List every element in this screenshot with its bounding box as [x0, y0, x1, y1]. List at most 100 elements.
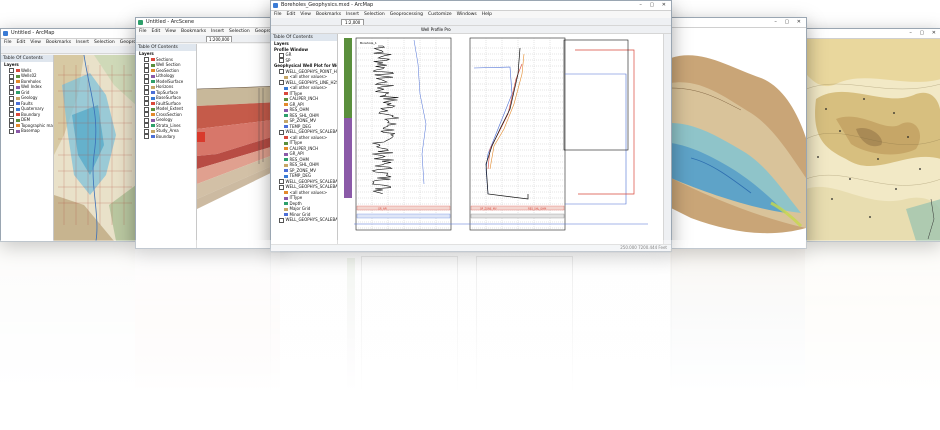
toc-item-label: WELL_GEOPHYS_SCALEBAR	[285, 178, 338, 184]
layer-checkbox[interactable]	[144, 84, 149, 90]
map-canvas	[54, 55, 136, 241]
lithology-column-bottom	[344, 118, 352, 198]
layer-checkbox[interactable]	[279, 129, 284, 135]
menu-help[interactable]: Help	[482, 12, 492, 17]
menu-bookmarks[interactable]: Bookmarks	[181, 29, 206, 34]
legend-symbol-icon	[284, 119, 288, 123]
menu-edit[interactable]: Edit	[287, 12, 296, 17]
menu-customize[interactable]: Customize	[428, 12, 452, 17]
legend-symbol-icon	[284, 141, 288, 145]
menu-view[interactable]: View	[30, 40, 41, 45]
legend-symbol-icon	[284, 108, 288, 112]
toc-item-label: CALIPER_INCH	[289, 145, 319, 151]
layer-symbol-icon	[150, 107, 155, 111]
layer-symbol-icon	[150, 91, 155, 94]
layer-name: Wells	[21, 67, 32, 73]
layer-name: Boundary	[156, 133, 176, 139]
menu-insert[interactable]: Insert	[211, 29, 224, 34]
layer-name: Boundary	[21, 111, 41, 117]
window-title-bar: – ▢ ✕	[806, 29, 940, 39]
legend-symbol-icon	[284, 114, 288, 117]
menu-bookmarks[interactable]: Bookmarks	[316, 12, 341, 17]
layout-view[interactable]: Borehole_1 GR_API SP_ZONE_MV RES_SHL_OHM	[338, 34, 663, 244]
resistivity-deep-curve	[473, 66, 513, 195]
layer-checkbox[interactable]	[9, 84, 14, 90]
layer-checkbox[interactable]	[279, 217, 284, 223]
3d-section-canvas	[197, 44, 281, 248]
layer-name: Horizons	[156, 84, 174, 89]
menu-geoprocessing[interactable]: Geoprocessing	[390, 12, 423, 17]
legend-symbol-icon	[284, 191, 288, 194]
layer-checkbox[interactable]	[9, 117, 14, 123]
toc-item[interactable]: WELL_GEOPHYS_SCALEBAR	[271, 217, 337, 223]
toc-item-label: <all other values>	[289, 134, 328, 140]
layer-checkbox[interactable]	[144, 95, 149, 101]
toc-item-label: <all other values>	[289, 74, 328, 79]
legend-symbol-icon	[284, 213, 288, 216]
scene-view[interactable]	[197, 44, 281, 248]
toc-item-label: RES_SHL_OHM	[289, 162, 319, 167]
layer-checkbox[interactable]	[144, 128, 149, 134]
terrain-canvas	[671, 28, 806, 248]
layer-checkbox[interactable]	[144, 117, 149, 123]
menu-file[interactable]: File	[139, 29, 147, 34]
layer-checkbox[interactable]	[279, 52, 284, 58]
layer-name: Layers	[4, 62, 19, 67]
map-view[interactable]	[54, 55, 136, 241]
menu-file[interactable]: File	[274, 12, 282, 17]
menu-file[interactable]: File	[4, 40, 12, 45]
contour-map-window: – ▢ ✕	[805, 28, 940, 242]
layer-checkbox[interactable]	[144, 134, 149, 139]
toolbar	[1, 46, 136, 54]
menu-bar: File Edit View Bookmarks Insert Selection Geop…	[1, 39, 136, 46]
layer-checkbox[interactable]	[9, 106, 14, 112]
track-label-4: RES_SHL_OHM	[528, 207, 546, 211]
layer-name: Wells02	[21, 73, 37, 78]
scene-view[interactable]	[671, 28, 806, 248]
scale-box[interactable]: 1:2,000	[341, 19, 365, 25]
layer-symbol-icon	[150, 118, 155, 122]
menu-edit[interactable]: Edit	[17, 40, 26, 45]
legend-symbol-icon	[284, 152, 288, 156]
layer-checkbox[interactable]	[144, 62, 149, 68]
menu-selection[interactable]: Selection	[364, 12, 385, 17]
menu-view[interactable]: View	[165, 29, 176, 34]
scale-box[interactable]: 1:200,000	[206, 36, 233, 42]
arcmap-icon	[273, 3, 278, 8]
layer-checkbox[interactable]	[9, 128, 14, 134]
menu-insert[interactable]: Insert	[76, 40, 89, 45]
toolbar-standard: 1:2,000	[271, 18, 671, 26]
toc-item-label: Profile Window	[274, 46, 309, 52]
toc-item-label: ITType	[289, 195, 303, 200]
arcscene-window: Untitled - ArcScene File Edit View Bookmark…	[135, 17, 282, 249]
toc-item-label: Geophysical Well Plot for Wel	[274, 63, 337, 68]
toc-layer[interactable]: Boundary	[136, 133, 196, 139]
layer-checkbox[interactable]	[144, 73, 149, 79]
window-controls[interactable]: – ▢ ✕	[774, 18, 804, 27]
toc-layer[interactable]: Basemap	[1, 128, 53, 134]
layer-name: DEM	[21, 117, 31, 122]
menu-windows[interactable]: Windows	[457, 12, 477, 17]
menu-selection[interactable]: Selection	[229, 29, 250, 34]
window-controls[interactable]: – ▢ ✕	[909, 29, 939, 38]
menu-selection[interactable]: Selection	[94, 40, 115, 45]
menu-insert[interactable]: Insert	[346, 12, 359, 17]
menu-view[interactable]: View	[300, 12, 311, 17]
toc-item-label: WELL_GEOPHYS_POINT_H1	[285, 68, 338, 74]
window-controls[interactable]: – ▢ ✕	[639, 1, 669, 10]
well-profile-toolbar-label[interactable]: Well Profile Pro	[421, 27, 451, 32]
layer-checkbox[interactable]	[279, 184, 284, 190]
menu-bookmarks[interactable]: Bookmarks	[46, 40, 71, 45]
menu-edit[interactable]: Edit	[152, 29, 161, 34]
layer-name: BaseSurface	[156, 95, 181, 100]
layer-checkbox[interactable]	[9, 95, 14, 101]
vertical-scrollbar[interactable]	[663, 34, 671, 244]
legend-symbol-icon	[284, 147, 288, 150]
layer-name: FaultSurface	[156, 100, 181, 106]
layer-checkbox[interactable]	[9, 73, 14, 79]
map-view[interactable]	[806, 39, 940, 241]
toc-item-label: GR	[285, 52, 292, 57]
toc-item-label: RES_SHL_OHM	[289, 112, 319, 118]
menu-geoprocessing[interactable]: Geoprocessing	[120, 40, 136, 45]
layer-checkbox[interactable]	[144, 106, 149, 112]
